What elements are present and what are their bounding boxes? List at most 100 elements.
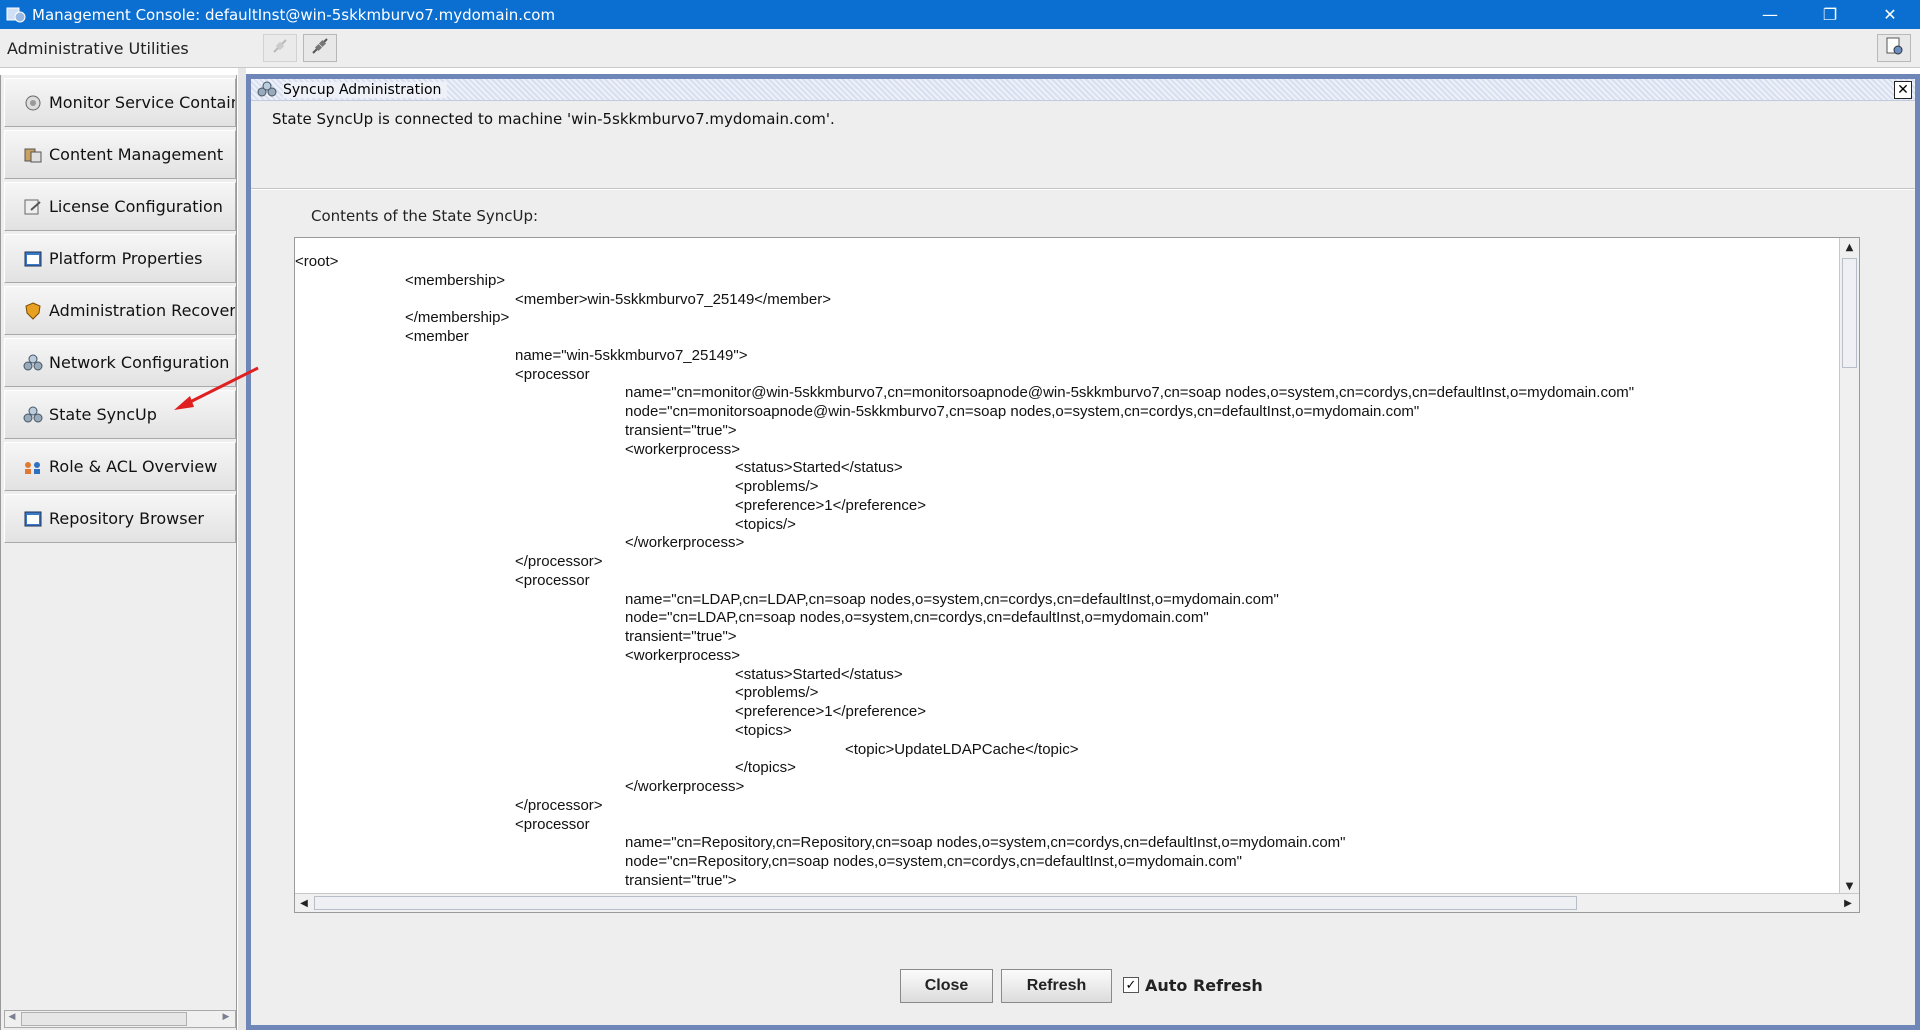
- xml-line: <membership>: [405, 271, 506, 289]
- xml-line: <member: [405, 328, 469, 345]
- sync-icon: [257, 81, 277, 98]
- scroll-up-arrow-icon[interactable]: ▲: [1840, 238, 1859, 256]
- xml-line: name="cn=LDAP,cn=LDAP,cn=soap nodes,o=sy…: [625, 590, 1279, 608]
- scrollbar-thumb[interactable]: [1842, 258, 1857, 368]
- close-icon: ✕: [1897, 82, 1909, 98]
- xml-line: </topics>: [735, 759, 796, 777]
- monitor-icon: [23, 94, 43, 112]
- xml-line: transient="true">: [625, 871, 737, 889]
- vertical-scrollbar[interactable]: ▲ ▼: [1839, 238, 1859, 895]
- refresh-button[interactable]: Refresh: [1001, 969, 1112, 1003]
- contents-label: Contents of the State SyncUp:: [311, 207, 539, 225]
- xml-line: <root>: [295, 253, 339, 270]
- xml-line: <status>Started</status>: [735, 459, 903, 477]
- properties-icon: [23, 250, 43, 268]
- roles-icon: [23, 458, 43, 476]
- syncup-administration-frame: Syncup Administration ✕ State SyncUp is …: [246, 74, 1920, 1030]
- sidebar-item-label: Role & ACL Overview: [49, 457, 218, 476]
- toolbar: Administrative Utilities: [0, 29, 1920, 68]
- document-settings-icon: [1884, 36, 1904, 60]
- shield-icon: [23, 301, 43, 320]
- xml-line: node="cn=LDAP,cn=soap nodes,o=system,cn=…: [625, 609, 1209, 627]
- scroll-right-arrow-icon[interactable]: ▶: [219, 1012, 233, 1022]
- xml-line: <member>win-5skkmburvo7_25149</member>: [515, 290, 831, 308]
- sidebar-item-role-acl-overview[interactable]: Role & ACL Overview: [4, 442, 236, 491]
- sidebar-item-label: Repository Browser: [49, 509, 204, 528]
- disconnect-tool-button[interactable]: [303, 34, 337, 62]
- sync-icon: [23, 406, 43, 424]
- xml-line: </membership>: [405, 309, 510, 327]
- frame-close-button[interactable]: ✕: [1894, 81, 1912, 99]
- xml-line: </processor>: [515, 553, 603, 570]
- xml-line: name="cn=monitor@win-5skkmburvo7,cn=moni…: [625, 384, 1635, 402]
- window-titlebar: Management Console: defaultInst@win-5skk…: [0, 0, 1920, 29]
- scroll-left-arrow-icon[interactable]: ◀: [5, 1012, 19, 1022]
- xml-line: name="win-5skkmburvo7_25149">: [515, 346, 748, 364]
- xml-line: <preference>1</preference>: [735, 703, 926, 720]
- xml-line: <topic>UpdateLDAPCache</topic>: [845, 740, 1079, 758]
- frame-titlebar: Syncup Administration ✕: [251, 79, 1915, 101]
- xml-line: <workerprocess>: [625, 646, 741, 664]
- auto-refresh-checkbox[interactable]: ✓: [1123, 977, 1139, 993]
- xml-line: <workerprocess>: [625, 440, 741, 458]
- xml-line: transient="true">: [625, 421, 737, 439]
- xml-line: <processor: [515, 365, 590, 383]
- scrollbar-thumb[interactable]: [21, 1012, 187, 1026]
- xml-contents-text[interactable]: <root> <membership> <member>win-5skkmburvo…: [295, 238, 1840, 895]
- sidebar-item-label: Content Management: [49, 145, 224, 164]
- scrollbar-thumb[interactable]: [314, 896, 1577, 910]
- sidebar-item-label: State SyncUp: [49, 405, 157, 424]
- divider: [251, 188, 1915, 190]
- sidebar-item-repository-browser[interactable]: Repository Browser: [4, 494, 236, 543]
- connect-tool-button[interactable]: [263, 34, 297, 62]
- sidebar-item-label: Administration Recovery: [49, 301, 236, 320]
- app-icon: [6, 6, 26, 24]
- repository-icon: [23, 510, 43, 528]
- xml-line: <topics>: [735, 721, 792, 739]
- xml-line: node="cn=monitorsoapnode@win-5skkmburvo7…: [625, 403, 1420, 420]
- minimize-button[interactable]: —: [1740, 0, 1800, 29]
- xml-line: <processor: [515, 815, 590, 833]
- horizontal-scrollbar[interactable]: ◀ ▶: [295, 893, 1859, 912]
- xml-line: <status>Started</status>: [735, 665, 903, 683]
- unplug-icon: [310, 36, 330, 60]
- license-icon: [23, 198, 43, 216]
- auto-refresh-label: Auto Refresh: [1145, 975, 1263, 995]
- window-title: Management Console: defaultInst@win-5skk…: [32, 5, 556, 24]
- close-window-button[interactable]: ✕: [1860, 0, 1920, 29]
- xml-line: name="cn=Repository,cn=Repository,cn=soa…: [625, 834, 1346, 852]
- network-icon: [23, 354, 43, 372]
- sidebar-item-label: Platform Properties: [49, 249, 203, 268]
- sidebar-item-content-management[interactable]: Content Management: [4, 130, 236, 179]
- xml-contents-area[interactable]: <root> <membership> <member>win-5skkmburvo…: [294, 237, 1860, 913]
- xml-line: </workerprocess>: [625, 778, 745, 795]
- sidebar-item-label: License Configuration: [49, 197, 223, 216]
- xml-line: node="cn=Repository,cn=soap nodes,o=syst…: [625, 853, 1242, 870]
- scroll-left-arrow-icon[interactable]: ◀: [295, 894, 313, 912]
- sidebar-item-license-configuration[interactable]: License Configuration: [4, 182, 236, 231]
- toolbar-label: Administrative Utilities: [7, 39, 189, 58]
- settings-tool-button[interactable]: [1877, 34, 1911, 62]
- xml-line: <processor: [515, 571, 590, 589]
- connection-status: State SyncUp is connected to machine 'wi…: [272, 110, 835, 128]
- auto-refresh-option[interactable]: ✓ Auto Refresh: [1123, 973, 1263, 997]
- content-icon: [23, 146, 43, 164]
- sidebar-item-administration-recovery[interactable]: Administration Recovery: [4, 286, 236, 335]
- xml-line: <problems/>: [735, 684, 819, 702]
- frame-title: Syncup Administration: [283, 81, 448, 98]
- xml-line: transient="true">: [625, 628, 737, 645]
- sidebar-item-monitor-service-container[interactable]: Monitor Service Container: [4, 78, 236, 127]
- scroll-right-arrow-icon[interactable]: ▶: [1839, 894, 1857, 912]
- xml-line: <problems/>: [735, 478, 819, 495]
- close-button[interactable]: Close: [900, 969, 993, 1003]
- restore-button[interactable]: ❐: [1800, 0, 1860, 29]
- sidebar-horizontal-scrollbar[interactable]: ◀ ▶: [4, 1010, 236, 1028]
- plug-icon: [270, 36, 290, 60]
- xml-line: <topics/>: [735, 515, 796, 533]
- sidebar-item-platform-properties[interactable]: Platform Properties: [4, 234, 236, 283]
- sidebar-item-label: Monitor Service Container: [49, 93, 235, 112]
- xml-line: </processor>: [515, 796, 603, 814]
- sidebar-splitter[interactable]: [238, 68, 246, 1030]
- xml-line: <preference>1</preference>: [735, 496, 926, 514]
- sidebar: Monitor Service Container Content Manage…: [0, 75, 237, 1030]
